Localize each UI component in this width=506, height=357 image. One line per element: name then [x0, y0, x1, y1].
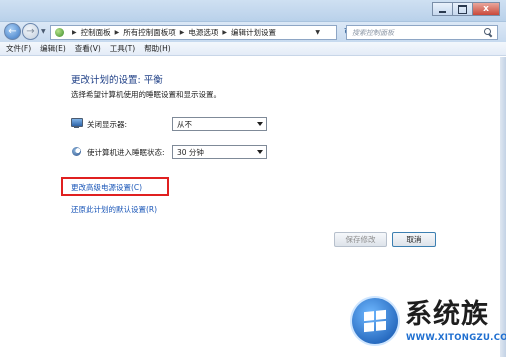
search-input[interactable]: 搜索控制面板	[352, 28, 394, 38]
breadcrumb-item-control-panel[interactable]: 控制面板	[81, 27, 111, 38]
forward-button[interactable]: →	[22, 23, 39, 40]
setting-label-sleep: 使计算机进入睡眠状态:	[87, 148, 165, 157]
menu-edit[interactable]: 编辑(E)	[40, 43, 66, 54]
caption-buttons: x	[432, 2, 500, 16]
breadcrumb-separator-icon[interactable]: ▶	[115, 29, 120, 36]
setting-row-sleep: 使计算机进入睡眠状态: 30 分钟	[71, 145, 281, 159]
restore-defaults-link[interactable]: 还原此计划的默认设置(R)	[71, 204, 157, 215]
monitor-icon	[71, 118, 83, 129]
forward-arrow-icon: →	[26, 25, 35, 37]
cancel-button-label: 取消	[406, 235, 422, 244]
search-box[interactable]: 搜索控制面板	[346, 25, 498, 40]
watermark-brand: 系统族	[405, 299, 489, 330]
display-off-value: 从不	[177, 119, 192, 129]
breadcrumb-item-edit-plan[interactable]: 编辑计划设置	[231, 27, 276, 38]
sleep-value: 30 分钟	[177, 147, 204, 157]
back-arrow-icon: ←	[8, 25, 17, 37]
breadcrumb-item-all-items[interactable]: 所有控制面板项	[123, 27, 176, 38]
breadcrumb-item-power-options[interactable]: 电源选项	[188, 27, 218, 38]
history-dropdown-icon[interactable]: ▼	[41, 28, 46, 35]
minimize-button[interactable]	[432, 2, 452, 16]
watermark-url: WWW.XITONGZU.COM	[406, 333, 506, 343]
advanced-power-settings-link[interactable]: 更改高级电源设置(C)	[71, 182, 142, 193]
address-dropdown-icon[interactable]: ▼	[315, 29, 320, 36]
chevron-down-icon	[257, 150, 263, 154]
page-subtitle: 选择希望计算机使用的睡眠设置和显示设置。	[71, 90, 221, 99]
setting-row-display: 关闭显示器: 从不	[71, 117, 281, 131]
control-panel-icon	[54, 27, 65, 38]
watermark-logo	[352, 298, 398, 344]
page-title: 更改计划的设置: 平衡	[71, 75, 163, 86]
breadcrumb-separator-icon[interactable]: ▶	[180, 29, 185, 36]
search-icon[interactable]	[484, 28, 493, 37]
navigation-bar: ← → ▼ ▶ 控制面板 ▶ 所有控制面板项 ▶ 电源选项 ▶ 编辑计划设置 ▼…	[0, 22, 506, 42]
display-off-select[interactable]: 从不	[172, 117, 267, 131]
menu-bar: 文件(F) 编辑(E) 查看(V) 工具(T) 帮助(H)	[0, 42, 506, 56]
close-icon: x	[483, 3, 489, 14]
back-button[interactable]: ←	[4, 23, 21, 40]
menu-help[interactable]: 帮助(H)	[144, 43, 171, 54]
breadcrumb-separator-icon[interactable]: ▶	[222, 29, 227, 36]
breadcrumb: ▶ 控制面板 ▶ 所有控制面板项 ▶ 电源选项 ▶ 编辑计划设置	[68, 27, 276, 38]
setting-label-display-off: 关闭显示器:	[87, 120, 128, 129]
sleep-select[interactable]: 30 分钟	[172, 145, 267, 159]
menu-view[interactable]: 查看(V)	[75, 43, 101, 54]
save-button-label: 保存修改	[345, 235, 376, 244]
menu-file[interactable]: 文件(F)	[6, 43, 31, 54]
save-button[interactable]: 保存修改	[334, 232, 387, 247]
window-border	[500, 57, 506, 357]
chevron-down-icon	[257, 122, 263, 126]
title-bar: x	[0, 0, 506, 22]
menu-tools[interactable]: 工具(T)	[110, 43, 135, 54]
breadcrumb-separator-icon: ▶	[72, 29, 77, 36]
cancel-button[interactable]: 取消	[392, 232, 436, 247]
moon-icon	[71, 146, 82, 157]
close-button[interactable]: x	[472, 2, 500, 16]
maximize-button[interactable]	[452, 2, 472, 16]
address-bar[interactable]: ▶ 控制面板 ▶ 所有控制面板项 ▶ 电源选项 ▶ 编辑计划设置 ▼	[50, 25, 337, 40]
